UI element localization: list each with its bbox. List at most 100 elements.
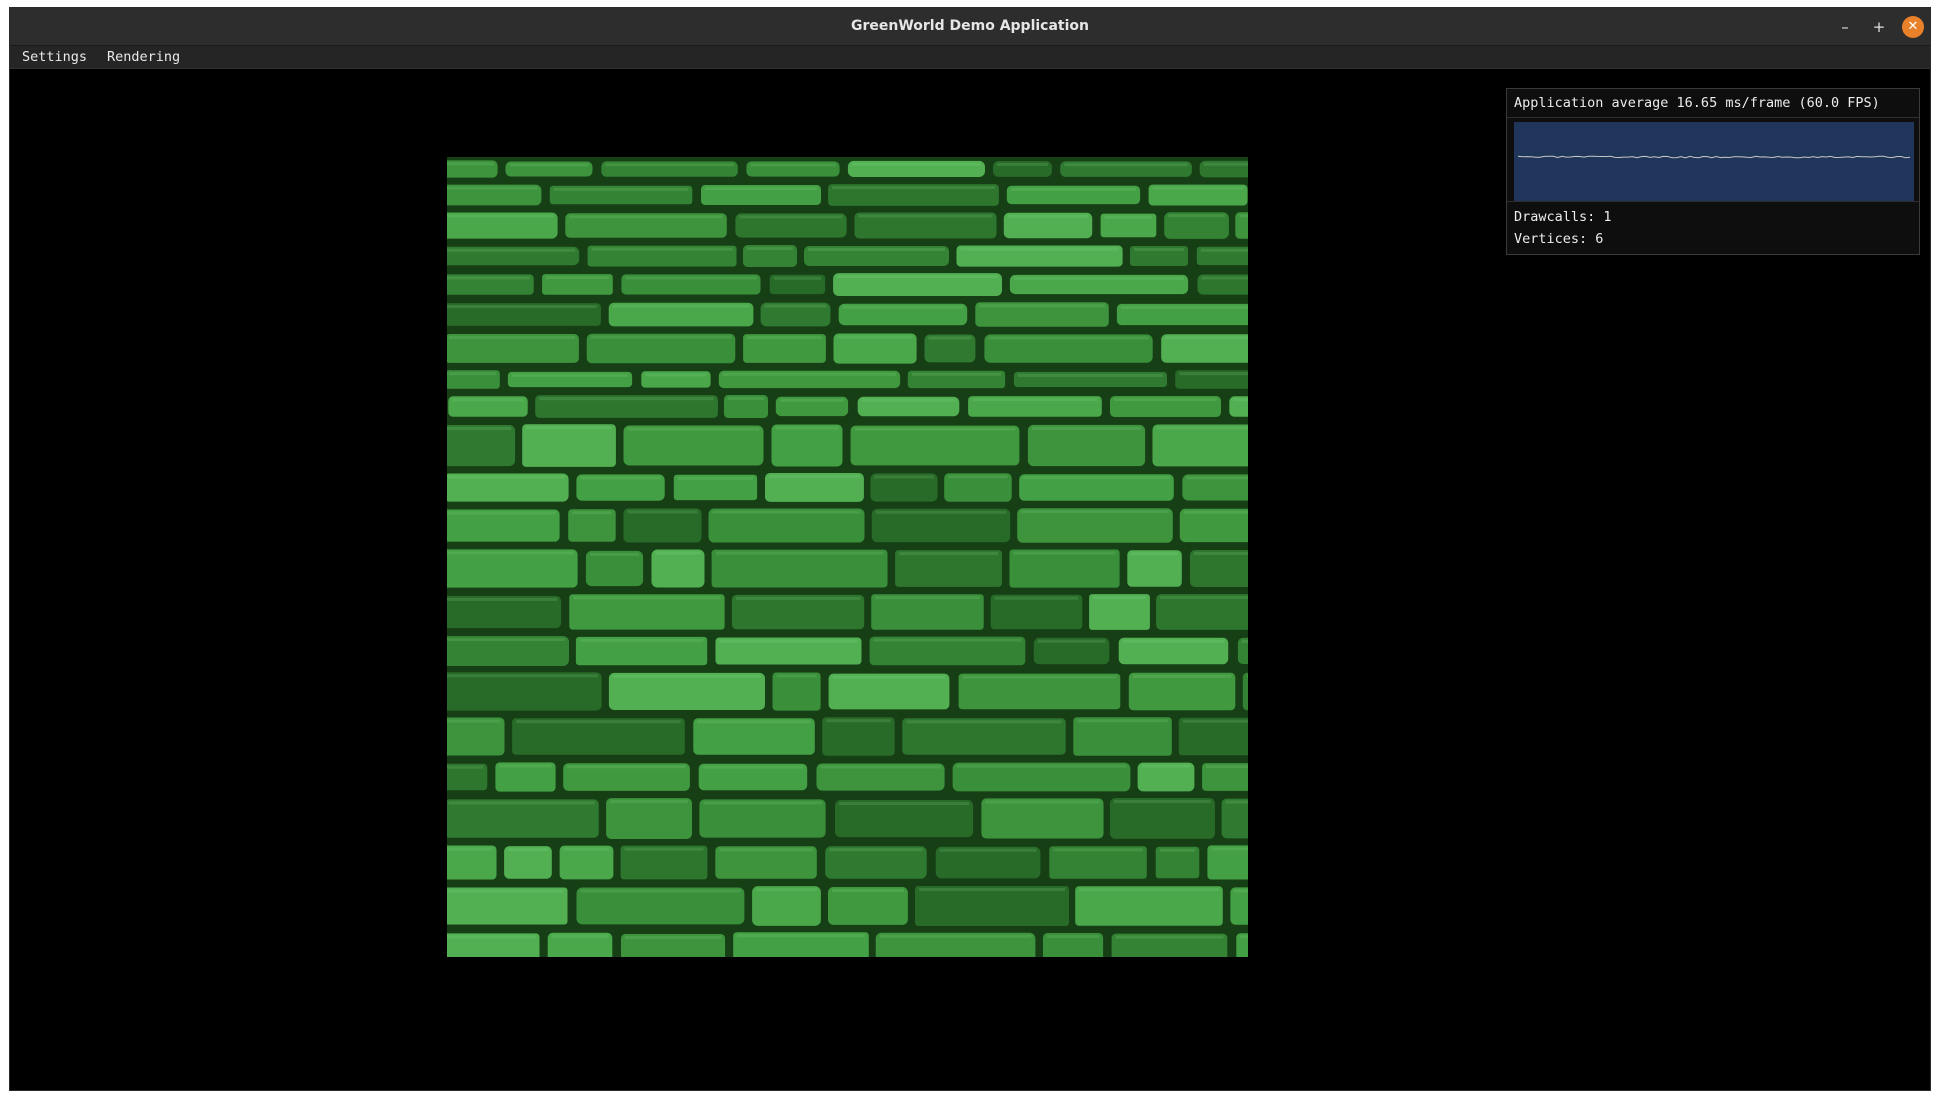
- brick-highlight: [769, 475, 860, 478]
- stone-brick: [620, 845, 708, 880]
- stone-brick: [576, 887, 745, 925]
- render-viewport[interactable]: Application average 16.65 ms/frame (60.0…: [10, 69, 1930, 1090]
- stone-brick: [1075, 886, 1223, 926]
- stone-brick: [623, 508, 702, 543]
- brick-highlight: [447, 935, 536, 939]
- menu-settings[interactable]: Settings: [16, 46, 93, 68]
- brick-highlight: [627, 510, 698, 514]
- brick-highlight: [879, 934, 1032, 938]
- stone-brick: [1207, 845, 1248, 880]
- brick-highlight: [449, 336, 575, 339]
- brick-highlight: [854, 427, 1016, 431]
- title-bar[interactable]: GreenWorld Demo Application – + ✕: [10, 8, 1930, 46]
- stone-brick: [699, 799, 826, 838]
- brick-highlight: [1206, 765, 1248, 769]
- stone-brick: [850, 425, 1020, 466]
- stone-brick: [902, 718, 1066, 755]
- brick-highlight: [1131, 552, 1178, 556]
- brick-highlight: [546, 276, 609, 280]
- brick-highlight: [447, 597, 558, 601]
- brick-highlight: [837, 275, 998, 279]
- brick-highlight: [447, 162, 494, 166]
- brick-highlight: [842, 305, 964, 309]
- brick-highlight: [747, 247, 793, 250]
- brick-highlight: [735, 596, 861, 600]
- brick-highlight: [1114, 800, 1211, 803]
- brick-highlight: [449, 372, 496, 376]
- close-icon[interactable]: ✕: [1902, 16, 1924, 38]
- brick-highlight: [697, 720, 811, 724]
- brick-highlight: [447, 214, 554, 218]
- stone-brick: [569, 594, 725, 630]
- brick-highlight: [722, 372, 897, 376]
- stone-brick: [981, 798, 1104, 839]
- brick-highlight: [851, 162, 981, 166]
- brick-highlight: [447, 847, 493, 851]
- brick-highlight: [1013, 551, 1116, 555]
- brick-highlight: [1160, 596, 1248, 600]
- brick-highlight: [832, 889, 904, 892]
- stone-brick: [447, 549, 578, 588]
- brick-highlight: [1134, 248, 1184, 251]
- brick-highlight: [764, 304, 827, 308]
- stone-brick: [1017, 508, 1173, 543]
- stone-brick: [1190, 550, 1248, 587]
- brick-highlight: [1132, 674, 1232, 678]
- stone-brick: [1089, 594, 1150, 630]
- brick-highlight: [829, 848, 923, 852]
- brick-highlight: [573, 596, 721, 600]
- stone-brick: [1027, 424, 1146, 467]
- brick-highlight: [739, 215, 843, 219]
- brick-highlight: [1246, 674, 1248, 678]
- brick-highlight: [956, 764, 1127, 768]
- stone-brick: [522, 424, 616, 467]
- minimize-icon[interactable]: –: [1834, 16, 1856, 38]
- brick-highlight: [612, 304, 750, 308]
- brick-highlight: [511, 373, 629, 377]
- brick-highlight: [447, 305, 597, 309]
- brick-highlight: [645, 373, 707, 377]
- stone-brick: [1156, 594, 1248, 630]
- stone-brick: [447, 425, 516, 467]
- brick-highlight: [911, 372, 1002, 376]
- stone-brick: [693, 718, 815, 755]
- brick-highlight: [610, 800, 688, 804]
- brick-highlight: [624, 847, 704, 851]
- stone-brick: [1178, 717, 1248, 756]
- brick-highlight: [539, 397, 714, 401]
- stone-brick: [772, 672, 821, 711]
- divider: [1507, 117, 1919, 118]
- brick-highlight: [861, 398, 956, 402]
- stone-brick: [447, 717, 505, 756]
- performance-overlay[interactable]: Application average 16.65 ms/frame (60.0…: [1506, 88, 1920, 255]
- stone-brick: [1242, 672, 1248, 711]
- stone-brick: [608, 672, 765, 710]
- brick-highlight: [589, 552, 640, 556]
- brick-highlight: [899, 552, 998, 556]
- brick-highlight: [1114, 398, 1217, 401]
- brick-highlight: [625, 276, 757, 280]
- brick-highlight: [567, 765, 686, 769]
- menu-rendering[interactable]: Rendering: [101, 46, 186, 68]
- brick-highlight: [677, 476, 754, 480]
- brick-highlight: [569, 215, 723, 219]
- stone-brick: [895, 550, 1002, 587]
- brick-highlight: [906, 720, 1062, 724]
- brick-highlight: [1201, 276, 1248, 280]
- maximize-icon[interactable]: +: [1868, 16, 1890, 38]
- brick-highlight: [702, 765, 804, 769]
- stone-brick: [623, 425, 764, 466]
- brick-highlight: [997, 163, 1048, 166]
- stone-brick: [990, 594, 1083, 630]
- brick-highlight: [572, 511, 612, 515]
- brick-highlight: [1047, 935, 1100, 938]
- brick-highlight: [1053, 848, 1143, 852]
- stone-brick: [447, 799, 599, 838]
- brick-highlight: [1120, 305, 1248, 309]
- brick-highlight: [447, 674, 598, 678]
- stone-brick: [559, 845, 614, 880]
- brick-highlight: [873, 638, 1022, 642]
- brick-highlight: [447, 551, 574, 555]
- brick-highlight: [655, 551, 701, 555]
- brick-highlight: [516, 720, 681, 724]
